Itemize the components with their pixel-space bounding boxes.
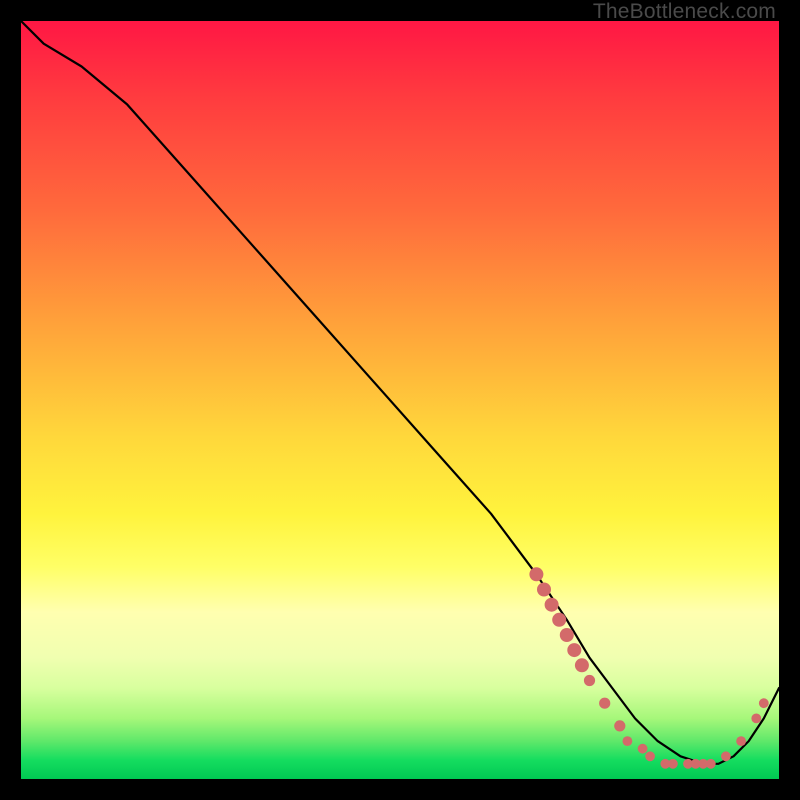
chart-svg	[21, 21, 779, 779]
curve-marker	[736, 736, 746, 746]
curve-markers	[529, 567, 768, 768]
curve-marker	[645, 751, 655, 761]
curve-marker	[660, 759, 670, 769]
chart-frame: TheBottleneck.com	[0, 0, 800, 800]
curve-marker	[529, 567, 543, 581]
curve-marker	[668, 759, 678, 769]
curve-line	[21, 21, 779, 764]
curve-marker	[599, 698, 610, 709]
curve-marker	[584, 675, 595, 686]
curve-marker	[552, 613, 566, 627]
curve-marker	[683, 759, 693, 769]
curve-marker	[537, 583, 551, 597]
curve-marker	[698, 759, 708, 769]
curve-marker	[545, 598, 559, 612]
curve-marker	[560, 628, 574, 642]
curve-marker	[614, 720, 625, 731]
curve-marker	[706, 759, 716, 769]
curve-marker	[575, 658, 589, 672]
curve-marker	[721, 751, 731, 761]
curve-marker	[691, 759, 701, 769]
curve-marker	[759, 698, 769, 708]
curve-marker	[623, 736, 633, 746]
curve-marker	[751, 714, 761, 724]
plot-area	[21, 21, 779, 779]
curve-marker	[567, 643, 581, 657]
curve-marker	[638, 744, 648, 754]
